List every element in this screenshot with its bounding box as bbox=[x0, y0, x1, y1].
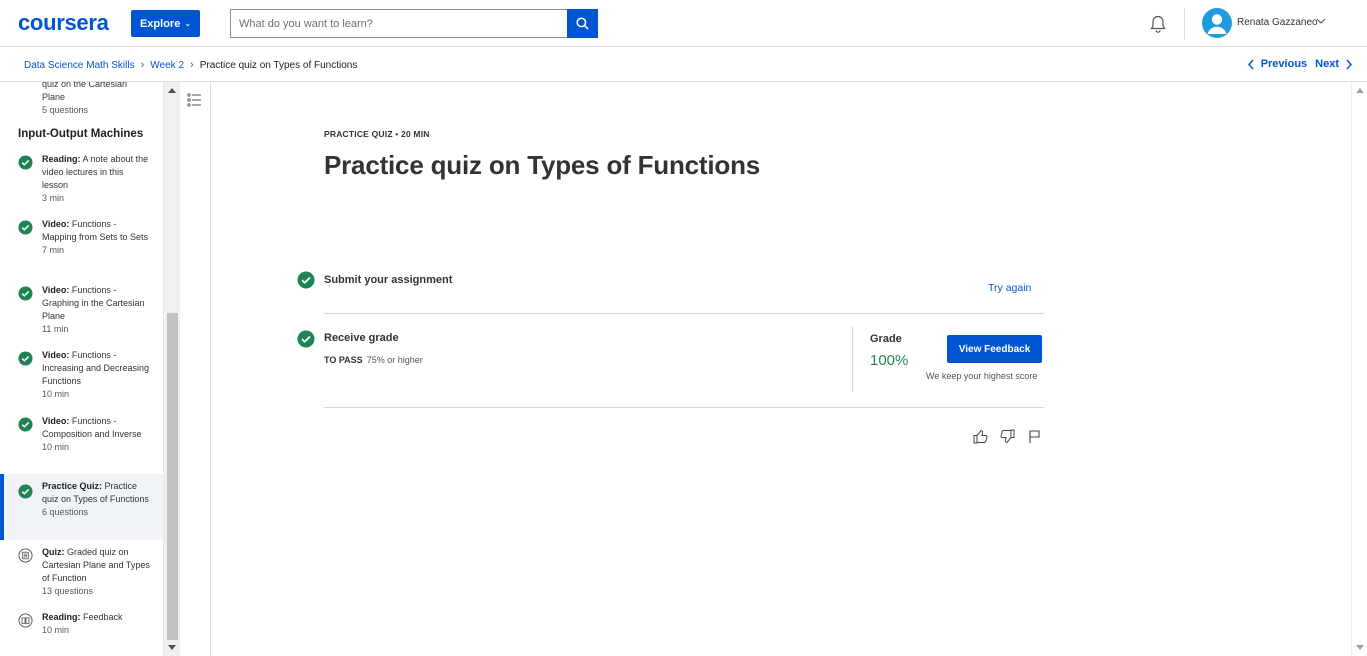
item-meta: 6 questions bbox=[42, 507, 89, 517]
previous-button[interactable]: Previous bbox=[1247, 58, 1307, 70]
scroll-up-arrow-icon[interactable] bbox=[1356, 88, 1364, 93]
item-meta: 3 min bbox=[42, 193, 65, 203]
list-outline-icon[interactable] bbox=[186, 91, 204, 109]
flag-icon[interactable] bbox=[1026, 428, 1043, 445]
notification-bell-icon[interactable] bbox=[1148, 14, 1168, 34]
view-feedback-button[interactable]: View Feedback bbox=[947, 335, 1042, 363]
item-meta: 10 min bbox=[42, 625, 70, 635]
sidebar-item-practice-quiz-active[interactable]: Practice Quiz: Practice quiz on Types of… bbox=[0, 474, 163, 540]
sidebar-item-video-graphing[interactable]: Video: Functions - Graphing in the Carte… bbox=[0, 284, 163, 340]
breadcrumb-week-link[interactable]: Week 2 bbox=[150, 60, 184, 71]
chevron-down-icon: ⌄ bbox=[184, 19, 192, 28]
outline-toggle-panel bbox=[180, 82, 211, 656]
grade-divider bbox=[852, 326, 853, 392]
sidebar-scroll-thumb[interactable] bbox=[167, 313, 178, 640]
section-title: Input-Output Machines bbox=[18, 128, 144, 140]
sidebar-item-partial[interactable]: quiz on the Cartesian Plane 5 questions bbox=[42, 82, 127, 117]
chevron-right-icon: › bbox=[140, 59, 145, 71]
coursera-logo[interactable]: coursera bbox=[18, 10, 109, 36]
next-label: Next bbox=[1315, 58, 1339, 70]
item-meta: 10 min bbox=[42, 442, 70, 452]
item-type: Reading: bbox=[42, 154, 81, 164]
reaction-buttons bbox=[972, 428, 1043, 445]
search-field[interactable] bbox=[230, 9, 568, 38]
explore-label: Explore bbox=[139, 17, 181, 30]
sidebar-item-video-composition[interactable]: Video: Functions - Composition and Inver… bbox=[0, 415, 163, 471]
thumbs-down-icon[interactable] bbox=[999, 428, 1016, 445]
completed-check-icon bbox=[18, 417, 33, 432]
page-title: Practice quiz on Types of Functions bbox=[324, 150, 761, 180]
submit-assignment-label: Submit your assignment bbox=[324, 274, 453, 286]
breadcrumb-course-link[interactable]: Data Science Math Skills bbox=[24, 60, 135, 71]
scroll-down-arrow-icon[interactable] bbox=[1356, 645, 1364, 650]
sidebar-item-reading-feedback[interactable]: Reading: Feedback 10 min bbox=[0, 611, 163, 651]
header-divider bbox=[1184, 8, 1185, 40]
completed-check-icon bbox=[18, 484, 33, 499]
sidebar-item-video-mapping[interactable]: Video: Functions - Mapping from Sets to … bbox=[0, 218, 163, 274]
search-button[interactable] bbox=[567, 9, 598, 38]
sidebar-item-meta: 5 questions bbox=[42, 105, 89, 115]
user-name[interactable]: Renata Gazzaneo bbox=[1237, 17, 1318, 28]
item-type: Video: bbox=[42, 416, 70, 426]
user-avatar-icon[interactable] bbox=[1202, 8, 1232, 38]
chevron-right-icon: › bbox=[190, 59, 194, 71]
scroll-down-arrow-icon[interactable] bbox=[168, 645, 176, 650]
quiz-icon bbox=[18, 548, 33, 563]
item-type: Video: bbox=[42, 219, 70, 229]
breadcrumb-bar: Data Science Math Skills › Week 2 › Prac… bbox=[0, 47, 1367, 82]
sidebar-item-title: Plane bbox=[42, 92, 66, 102]
grade-label: Grade bbox=[870, 333, 902, 345]
completed-check-icon bbox=[18, 286, 33, 301]
breadcrumb-current: Practice quiz on Types of Functions bbox=[199, 59, 358, 71]
chevron-left-icon bbox=[1247, 59, 1254, 69]
item-meta: 11 min bbox=[42, 324, 69, 334]
completed-check-icon bbox=[18, 220, 33, 235]
receive-grade-label: Receive grade bbox=[324, 332, 399, 344]
item-title: Feedback bbox=[83, 612, 123, 622]
completed-check-icon bbox=[18, 351, 33, 366]
item-type: Quiz: bbox=[42, 547, 65, 557]
item-type: Practice Quiz: bbox=[42, 481, 103, 491]
sidebar-scrollbar[interactable] bbox=[163, 82, 180, 656]
divider bbox=[324, 407, 1044, 408]
search-icon bbox=[576, 17, 589, 30]
divider bbox=[324, 313, 1044, 314]
next-button[interactable]: Next bbox=[1315, 58, 1353, 70]
completed-check-icon bbox=[297, 271, 315, 289]
item-type: Video: bbox=[42, 285, 70, 295]
breadcrumb: Data Science Math Skills › Week 2 › Prac… bbox=[24, 59, 357, 71]
scroll-up-arrow-icon[interactable] bbox=[168, 88, 176, 93]
item-meta: 10 min bbox=[42, 389, 70, 399]
course-outline-sidebar: quiz on the Cartesian Plane 5 questions … bbox=[0, 82, 163, 656]
chevron-right-icon bbox=[1346, 59, 1352, 69]
grade-value: 100% bbox=[870, 352, 909, 369]
try-again-link[interactable]: Try again bbox=[988, 282, 1031, 294]
chevron-down-icon[interactable] bbox=[1316, 17, 1326, 25]
sidebar-item-reading-note[interactable]: Reading: A note about the video lectures… bbox=[0, 153, 163, 209]
search-input[interactable] bbox=[231, 10, 568, 37]
explore-button[interactable]: Explore ⌄ bbox=[131, 10, 200, 37]
completed-check-icon bbox=[18, 155, 33, 170]
sidebar-item-video-increasing[interactable]: Video: Functions - Increasing and Decrea… bbox=[0, 349, 163, 405]
prev-next-nav: Previous Next bbox=[1247, 58, 1353, 70]
item-meta: 7 min bbox=[42, 245, 65, 255]
item-type: Video: bbox=[42, 350, 70, 360]
to-pass-value: 75% or higher bbox=[366, 355, 423, 365]
previous-label: Previous bbox=[1260, 58, 1308, 70]
reading-book-icon bbox=[18, 613, 33, 628]
pass-requirement: TO PASS 75% or higher bbox=[324, 355, 423, 365]
thumbs-up-icon[interactable] bbox=[972, 428, 989, 445]
main-scrollbar[interactable] bbox=[1351, 82, 1367, 656]
sidebar-item-graded-quiz[interactable]: Quiz: Graded quiz on Cartesian Plane and… bbox=[0, 546, 163, 602]
top-navigation-bar: coursera Explore ⌄ Renata Gazzaneo bbox=[0, 0, 1367, 47]
completed-check-icon bbox=[297, 330, 315, 348]
highest-score-note: We keep your highest score bbox=[926, 371, 1038, 381]
to-pass-label: TO PASS bbox=[324, 355, 363, 365]
item-type: Reading: bbox=[42, 612, 81, 622]
main-content: PRACTICE QUIZ • 20 MIN Practice quiz on … bbox=[212, 82, 1352, 656]
item-meta: 13 questions bbox=[42, 586, 94, 596]
sidebar-item-title: quiz on the Cartesian bbox=[42, 82, 128, 89]
item-eyebrow: PRACTICE QUIZ • 20 MIN bbox=[324, 129, 430, 139]
